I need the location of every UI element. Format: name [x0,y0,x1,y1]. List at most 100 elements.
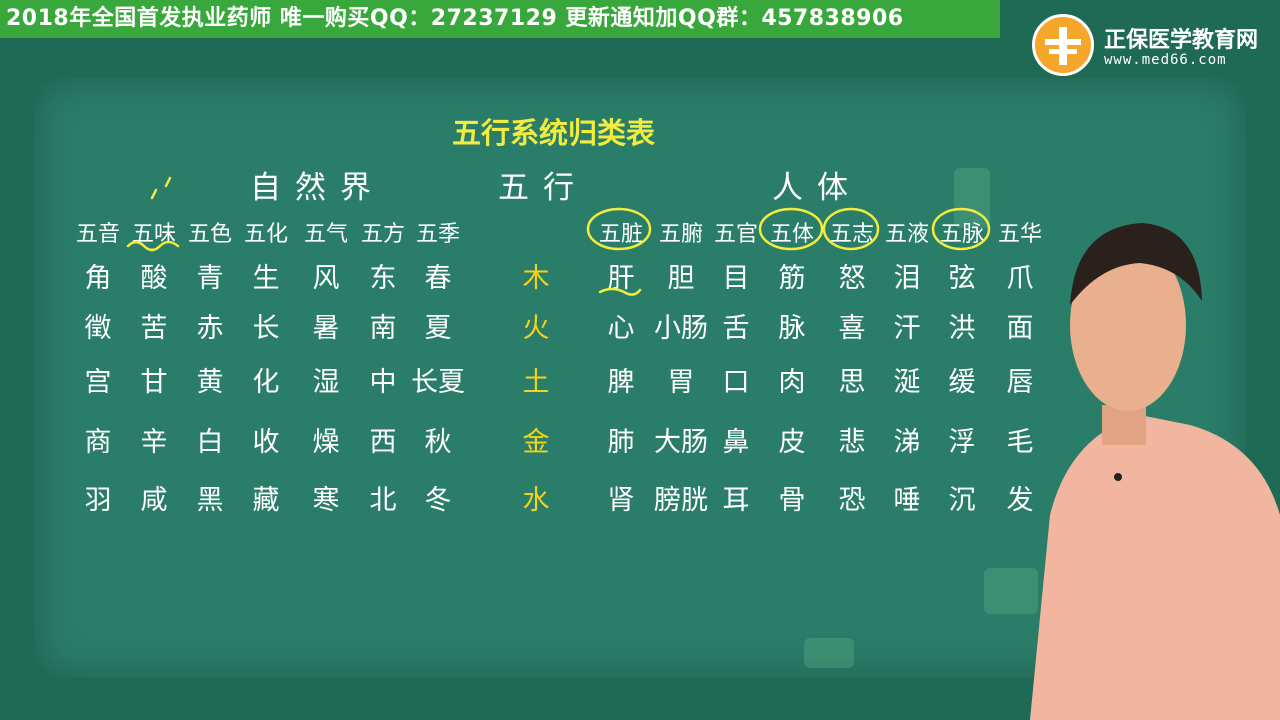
nature-cell: 长 [252,313,280,344]
nature-cell: 西 [369,427,397,458]
nature-cell: 夏 [424,313,452,344]
body-cell: 缓 [948,367,976,398]
body-cell: 涎 [893,367,921,398]
body-cell: 恐 [838,485,866,516]
nature-cell: 南 [369,313,397,344]
header-element: 五行 [498,170,588,206]
nature-cell: 宫 [84,367,112,398]
med66-cross-logo-icon [1032,14,1094,76]
nature-cell: 春 [424,263,452,294]
nature-cell: 燥 [312,427,340,458]
nature-cell: 咸 [140,485,168,516]
body-cell: 唾 [893,485,921,516]
element-cell: 土 [522,367,550,398]
body-cell: 膀胱 [654,485,708,516]
nature-subhead: 五色 [187,222,233,247]
nature-cell: 角 [84,263,112,294]
nature-cell: 酸 [140,263,168,294]
nature-cell: 羽 [84,485,112,516]
nature-cell: 商 [84,427,112,458]
nature-cell: 冬 [424,485,452,516]
body-cell: 泪 [893,263,921,294]
nature-cell: 徵 [84,313,112,344]
watermark-shape [804,638,854,668]
nature-subhead: 五味 [131,222,177,247]
instructor-shirt [1030,415,1280,720]
body-cell: 肉 [778,367,806,398]
body-cell: 脉 [778,313,806,344]
nature-cell: 赤 [196,313,224,344]
body-cell: 浮 [948,427,976,458]
nature-cell: 暑 [312,313,340,344]
med66-logo: 正保医学教育网 www.med66.com [1032,12,1272,78]
body-cell: 筋 [778,263,806,294]
instructor-figure [1030,223,1280,720]
body-subhead: 五体 [769,222,815,247]
element-cell: 金 [522,427,550,458]
body-cell: 小肠 [654,313,708,344]
nature-subhead: 五音 [75,222,121,247]
table-title: 五行系统归类表 [452,116,656,150]
body-cell: 弦 [948,263,976,294]
body-cell: 鼻 [722,427,750,458]
nature-cell: 苦 [140,313,168,344]
nature-cell: 青 [196,263,224,294]
nature-cell: 甘 [140,367,168,398]
element-cell: 水 [522,485,550,516]
nature-subhead: 五方 [360,222,406,247]
top-banner: 2018年全国首发执业药师 唯一购买QQ：27237129 更新通知加QQ群：4… [0,0,1000,38]
header-nature: 自然界 [250,170,385,206]
body-subhead: 五脉 [939,222,985,247]
body-cell: 脾 [607,367,635,398]
body-cell: 口 [722,367,750,398]
lapel-microphone-icon [1114,473,1122,481]
nature-cell: 秋 [424,427,452,458]
body-cell: 肝 [607,263,635,294]
body-cell: 舌 [722,313,750,344]
nature-cell: 白 [196,427,224,458]
body-cell: 思 [838,367,866,398]
body-cell: 骨 [778,485,806,516]
nature-cell: 生 [252,263,280,294]
body-cell: 耳 [722,485,750,516]
nature-cell: 湿 [312,367,340,398]
nature-cell: 风 [312,263,340,294]
body-cell: 沉 [948,485,976,516]
nature-cell: 辛 [140,427,168,458]
nature-cell: 东 [369,263,397,294]
nature-cell: 藏 [252,485,280,516]
body-cell: 肾 [607,485,635,516]
nature-cell: 中 [369,367,397,398]
header-body: 人体 [772,170,862,206]
body-cell: 汗 [893,313,921,344]
element-cell: 木 [522,263,550,294]
body-subhead: 五脏 [598,222,644,247]
body-cell: 胆 [667,263,695,294]
nature-subhead: 五化 [243,222,289,247]
nature-subhead: 五气 [303,222,349,247]
nature-cell: 化 [252,367,280,398]
body-cell: 悲 [838,427,866,458]
instructor-neck [1102,405,1146,445]
nature-cell: 收 [252,427,280,458]
nature-cell: 寒 [312,485,340,516]
body-cell: 皮 [778,427,806,458]
body-subhead: 五志 [829,222,875,247]
nature-cell: 北 [369,485,397,516]
logo-url: www.med66.com [1104,52,1227,68]
body-cell: 胃 [667,367,695,398]
body-cell: 怒 [838,263,866,294]
body-subhead: 五腑 [658,222,704,247]
body-subhead: 五官 [713,222,759,247]
body-cell: 涕 [893,427,921,458]
body-cell: 肺 [607,427,635,458]
nature-subhead: 五季 [415,222,461,247]
nature-cell: 黄 [196,367,224,398]
element-cell: 火 [522,313,550,344]
nature-cell: 黑 [196,485,224,516]
body-cell: 喜 [838,313,866,344]
body-subhead: 五液 [884,222,930,247]
body-cell: 心 [607,313,635,344]
body-cell: 大肠 [654,427,708,458]
body-cell: 目 [722,263,750,294]
